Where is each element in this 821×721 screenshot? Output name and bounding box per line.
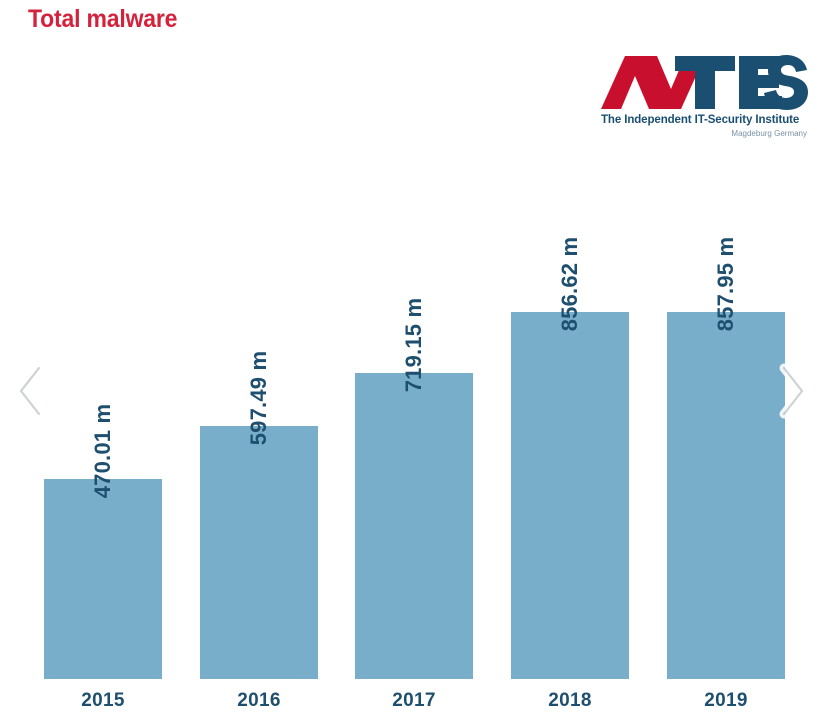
bar-value-label-2018: 856.62 m (557, 236, 582, 332)
bar-group-2017[interactable]: 719.15 m 2017 (355, 298, 473, 711)
x-axis-tick-2015: 2015 (81, 690, 125, 711)
bar-2015[interactable] (44, 479, 162, 679)
bar-group-2016[interactable]: 597.49 m 2016 (200, 351, 318, 711)
chevron-left-icon[interactable] (12, 362, 52, 420)
x-axis-tick-2016: 2016 (237, 690, 281, 711)
chevron-right-icon[interactable] (771, 362, 811, 420)
bar-2017[interactable] (355, 373, 473, 679)
bar-group-2019[interactable]: 857.95 m 2019 (667, 237, 785, 711)
x-axis-tick-2019: 2019 (704, 690, 748, 711)
bar-2018[interactable] (511, 312, 629, 679)
bar-value-label-2017: 719.15 m (401, 297, 426, 393)
bar-group-2015[interactable]: 470.01 m 2015 (44, 404, 162, 711)
bar-2016[interactable] (200, 426, 318, 679)
bar-group-2018[interactable]: 856.62 m 2018 (511, 237, 629, 711)
x-axis-tick-2017: 2017 (392, 690, 436, 711)
x-axis-tick-2018: 2018 (548, 690, 592, 711)
bar-2019[interactable] (667, 312, 785, 679)
bar-chart-plot: 470.01 m 2015 597.49 m 2016 719.15 m 201… (0, 0, 821, 721)
bar-value-label-2019: 857.95 m (713, 236, 738, 332)
total-malware-chart-widget: Total malware The Independent IT-Securit… (0, 0, 821, 721)
bar-value-label-2015: 470.01 m (90, 403, 115, 499)
bar-value-label-2016: 597.49 m (246, 350, 271, 446)
